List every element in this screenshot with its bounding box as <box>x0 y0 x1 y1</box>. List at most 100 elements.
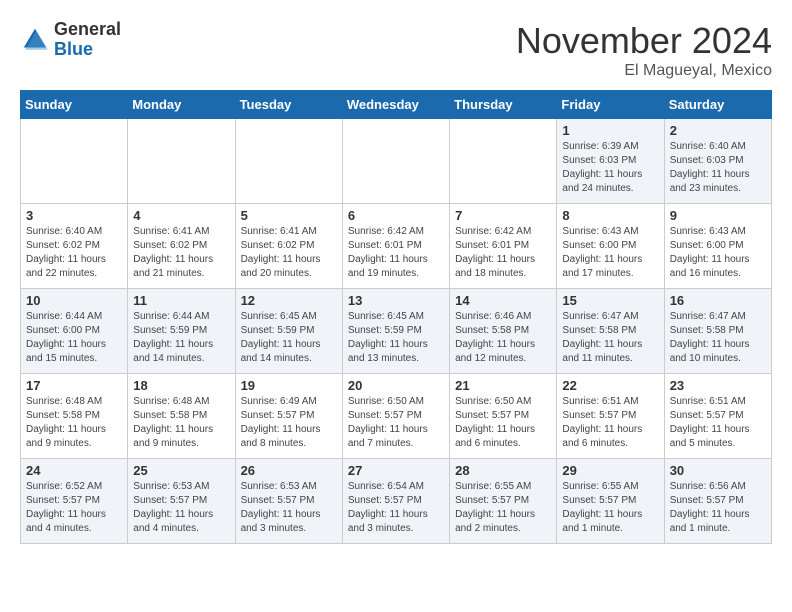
calendar-cell: 19Sunrise: 6:49 AM Sunset: 5:57 PM Dayli… <box>235 374 342 459</box>
calendar-cell: 30 Sunrise: 6:56 AM Sunset: 5:57 PM Dayli… <box>664 459 771 544</box>
calendar-cell: 2 Sunrise: 6:40 AM Sunset: 6:03 PM Daylig… <box>664 119 771 204</box>
calendar-cell: 11 Sunrise: 6:44 AM Sunset: 5:59 PM Dayli… <box>128 289 235 374</box>
location: El Magueyal, Mexico <box>516 62 772 80</box>
header-tuesday: Tuesday <box>235 91 342 119</box>
day-number: 2 <box>670 123 766 138</box>
calendar-cell: 10 Sunrise: 6:44 AM Sunset: 6:00 PM Dayli… <box>21 289 128 374</box>
logo-general: General <box>54 20 121 40</box>
day-number: 26 <box>241 463 337 478</box>
day-info: Sunrise: 6:41 AM Sunset: 6:02 PM Dayligh… <box>133 225 229 281</box>
day-info: Sunrise: 6:55 AM Sunset: 5:57 PM Dayligh… <box>562 480 658 536</box>
calendar-cell <box>128 119 235 204</box>
day-info: Sunrise: 6:51 AM Sunset: 5:57 PM Dayligh… <box>562 395 658 451</box>
calendar-cell <box>342 119 449 204</box>
calendar-week-2: 3 Sunrise: 6:40 AM Sunset: 6:02 PM Daylig… <box>21 204 772 289</box>
day-info: Sunrise: 6:42 AM Sunset: 6:01 PM Dayligh… <box>455 225 551 281</box>
header-monday: Monday <box>128 91 235 119</box>
calendar-cell <box>235 119 342 204</box>
day-info: Sunrise: 6:43 AM Sunset: 6:00 PM Dayligh… <box>562 225 658 281</box>
calendar-week-5: 24 Sunrise: 6:52 AM Sunset: 5:57 PM Dayli… <box>21 459 772 544</box>
day-number: 5 <box>241 208 337 223</box>
day-number: 21 <box>455 378 551 393</box>
day-number: 13 <box>348 293 444 308</box>
day-info: Sunrise: 6:48 AM Sunset: 5:58 PM Dayligh… <box>26 395 122 451</box>
day-number: 29 <box>562 463 658 478</box>
calendar-cell: 15Sunrise: 6:47 AM Sunset: 5:58 PM Dayli… <box>557 289 664 374</box>
calendar-cell: 27 Sunrise: 6:54 AM Sunset: 5:57 PM Dayli… <box>342 459 449 544</box>
day-number: 10 <box>26 293 122 308</box>
day-number: 28 <box>455 463 551 478</box>
logo-icon <box>20 25 50 55</box>
day-number: 8 <box>562 208 658 223</box>
day-number: 30 <box>670 463 766 478</box>
day-number: 23 <box>670 378 766 393</box>
day-info: Sunrise: 6:44 AM Sunset: 5:59 PM Dayligh… <box>133 310 229 366</box>
calendar-cell: 16Sunrise: 6:47 AM Sunset: 5:58 PM Dayli… <box>664 289 771 374</box>
day-info: Sunrise: 6:40 AM Sunset: 6:03 PM Dayligh… <box>670 140 766 196</box>
calendar-cell: 4 Sunrise: 6:41 AM Sunset: 6:02 PM Daylig… <box>128 204 235 289</box>
day-info: Sunrise: 6:51 AM Sunset: 5:57 PM Dayligh… <box>670 395 766 451</box>
day-info: Sunrise: 6:48 AM Sunset: 5:58 PM Dayligh… <box>133 395 229 451</box>
day-number: 9 <box>670 208 766 223</box>
day-info: Sunrise: 6:41 AM Sunset: 6:02 PM Dayligh… <box>241 225 337 281</box>
calendar-cell: 12 Sunrise: 6:45 AM Sunset: 5:59 PM Dayli… <box>235 289 342 374</box>
calendar-cell: 20 Sunrise: 6:50 AM Sunset: 5:57 PM Dayli… <box>342 374 449 459</box>
page-header: General Blue November 2024 El Magueyal, … <box>20 20 772 80</box>
calendar-cell: 21 Sunrise: 6:50 AM Sunset: 5:57 PM Dayli… <box>450 374 557 459</box>
day-info: Sunrise: 6:39 AM Sunset: 6:03 PM Dayligh… <box>562 140 658 196</box>
day-info: Sunrise: 6:45 AM Sunset: 5:59 PM Dayligh… <box>241 310 337 366</box>
day-number: 12 <box>241 293 337 308</box>
calendar-week-4: 17 Sunrise: 6:48 AM Sunset: 5:58 PM Dayli… <box>21 374 772 459</box>
day-info: Sunrise: 6:50 AM Sunset: 5:57 PM Dayligh… <box>348 395 444 451</box>
day-number: 1 <box>562 123 658 138</box>
title-area: November 2024 El Magueyal, Mexico <box>516 20 772 80</box>
calendar-cell: 14Sunrise: 6:46 AM Sunset: 5:58 PM Dayli… <box>450 289 557 374</box>
logo: General Blue <box>20 20 121 60</box>
day-number: 11 <box>133 293 229 308</box>
day-number: 24 <box>26 463 122 478</box>
calendar-week-3: 10 Sunrise: 6:44 AM Sunset: 6:00 PM Dayli… <box>21 289 772 374</box>
day-number: 25 <box>133 463 229 478</box>
day-number: 27 <box>348 463 444 478</box>
calendar-cell: 8 Sunrise: 6:43 AM Sunset: 6:00 PM Daylig… <box>557 204 664 289</box>
day-number: 3 <box>26 208 122 223</box>
calendar-cell: 28 Sunrise: 6:55 AM Sunset: 5:57 PM Dayli… <box>450 459 557 544</box>
logo-blue: Blue <box>54 40 121 60</box>
day-number: 7 <box>455 208 551 223</box>
header-saturday: Saturday <box>664 91 771 119</box>
day-number: 20 <box>348 378 444 393</box>
calendar-week-1: 1 Sunrise: 6:39 AM Sunset: 6:03 PM Daylig… <box>21 119 772 204</box>
calendar-cell: 13 Sunrise: 6:45 AM Sunset: 5:59 PM Dayli… <box>342 289 449 374</box>
calendar-cell: 26 Sunrise: 6:53 AM Sunset: 5:57 PM Dayli… <box>235 459 342 544</box>
month-title: November 2024 <box>516 20 772 62</box>
day-info: Sunrise: 6:46 AM Sunset: 5:58 PM Dayligh… <box>455 310 551 366</box>
day-info: Sunrise: 6:40 AM Sunset: 6:02 PM Dayligh… <box>26 225 122 281</box>
day-info: Sunrise: 6:45 AM Sunset: 5:59 PM Dayligh… <box>348 310 444 366</box>
day-number: 4 <box>133 208 229 223</box>
calendar-cell: 25 Sunrise: 6:53 AM Sunset: 5:57 PM Dayli… <box>128 459 235 544</box>
day-info: Sunrise: 6:53 AM Sunset: 5:57 PM Dayligh… <box>133 480 229 536</box>
day-info: Sunrise: 6:50 AM Sunset: 5:57 PM Dayligh… <box>455 395 551 451</box>
calendar-cell: 24 Sunrise: 6:52 AM Sunset: 5:57 PM Dayli… <box>21 459 128 544</box>
calendar-table: SundayMondayTuesdayWednesdayThursdayFrid… <box>20 90 772 544</box>
day-info: Sunrise: 6:53 AM Sunset: 5:57 PM Dayligh… <box>241 480 337 536</box>
calendar-cell: 18Sunrise: 6:48 AM Sunset: 5:58 PM Dayli… <box>128 374 235 459</box>
calendar-cell: 17 Sunrise: 6:48 AM Sunset: 5:58 PM Dayli… <box>21 374 128 459</box>
header-friday: Friday <box>557 91 664 119</box>
calendar-cell: 29 Sunrise: 6:55 AM Sunset: 5:57 PM Dayli… <box>557 459 664 544</box>
day-info: Sunrise: 6:55 AM Sunset: 5:57 PM Dayligh… <box>455 480 551 536</box>
day-info: Sunrise: 6:52 AM Sunset: 5:57 PM Dayligh… <box>26 480 122 536</box>
day-number: 6 <box>348 208 444 223</box>
header-sunday: Sunday <box>21 91 128 119</box>
calendar-cell: 6Sunrise: 6:42 AM Sunset: 6:01 PM Daylig… <box>342 204 449 289</box>
day-number: 22 <box>562 378 658 393</box>
calendar-cell: 22 Sunrise: 6:51 AM Sunset: 5:57 PM Dayli… <box>557 374 664 459</box>
calendar-cell: 7 Sunrise: 6:42 AM Sunset: 6:01 PM Daylig… <box>450 204 557 289</box>
day-info: Sunrise: 6:44 AM Sunset: 6:00 PM Dayligh… <box>26 310 122 366</box>
day-number: 15 <box>562 293 658 308</box>
calendar-cell <box>21 119 128 204</box>
day-info: Sunrise: 6:56 AM Sunset: 5:57 PM Dayligh… <box>670 480 766 536</box>
header-wednesday: Wednesday <box>342 91 449 119</box>
day-number: 17 <box>26 378 122 393</box>
day-info: Sunrise: 6:54 AM Sunset: 5:57 PM Dayligh… <box>348 480 444 536</box>
